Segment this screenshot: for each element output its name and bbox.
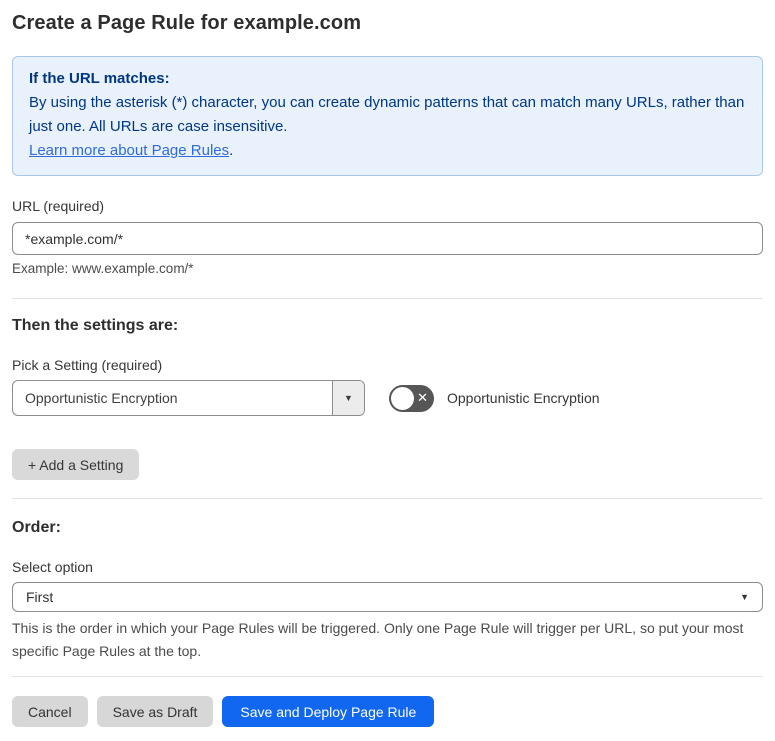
url-field-label: URL (required): [12, 198, 105, 214]
setting-picker-row: Opportunistic Encryption ▼ ✕ Opportunist…: [12, 380, 763, 416]
divider: [12, 676, 763, 677]
link-period: .: [229, 142, 234, 159]
url-example-helper: Example: www.example.com/*: [12, 261, 194, 276]
learn-more-link[interactable]: Learn more about Page Rules: [29, 142, 229, 159]
footer-actions: Cancel Save as Draft Save and Deploy Pag…: [12, 696, 763, 727]
url-input[interactable]: [12, 222, 763, 255]
save-and-deploy-button[interactable]: Save and Deploy Page Rule: [222, 696, 435, 727]
order-helper-text: This is the order in which your Page Rul…: [12, 620, 744, 659]
info-box-body-text: By using the asterisk (*) character, you…: [29, 94, 745, 135]
order-section-heading: Order:: [12, 519, 61, 536]
order-select[interactable]: First ▼: [12, 582, 763, 612]
opportunistic-encryption-toggle[interactable]: ✕: [389, 384, 434, 412]
toggle-off-x-icon: ✕: [417, 390, 428, 406]
chevron-down-icon[interactable]: ▼: [332, 381, 364, 415]
order-select-label: Select option: [12, 559, 93, 575]
setting-combobox[interactable]: Opportunistic Encryption ▼: [12, 380, 365, 416]
toggle-setting-label: Opportunistic Encryption: [447, 390, 600, 406]
order-select-value: First: [26, 589, 54, 605]
cancel-button[interactable]: Cancel: [12, 696, 88, 727]
settings-section-heading: Then the settings are:: [12, 317, 179, 334]
page-title: Create a Page Rule for example.com: [12, 12, 362, 34]
caret-down-icon: ▼: [740, 592, 749, 602]
info-box-body: By using the asterisk (*) character, you…: [29, 91, 746, 163]
save-as-draft-button[interactable]: Save as Draft: [96, 696, 214, 727]
url-matches-info-box: If the URL matches: By using the asteris…: [12, 56, 763, 176]
info-box-heading: If the URL matches:: [29, 70, 170, 87]
setting-combobox-value: Opportunistic Encryption: [25, 390, 178, 406]
divider: [12, 498, 763, 499]
add-setting-button[interactable]: + Add a Setting: [12, 449, 140, 480]
divider: [12, 298, 763, 299]
toggle-knob: [391, 386, 414, 410]
pick-setting-label: Pick a Setting (required): [12, 357, 163, 373]
